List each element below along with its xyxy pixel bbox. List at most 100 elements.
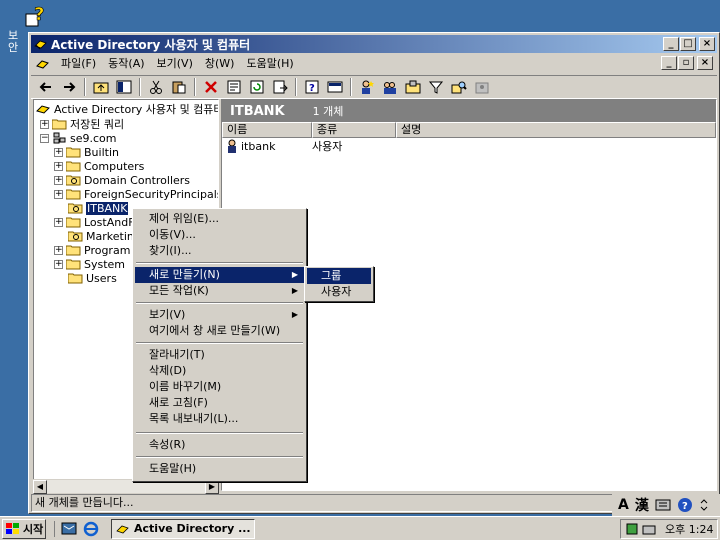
- internet-explorer-icon[interactable]: [83, 521, 99, 537]
- tree-item-builtin[interactable]: + Builtin: [54, 145, 119, 159]
- clock[interactable]: 오후 1:24: [665, 521, 713, 537]
- menu-find[interactable]: 찾기(I)...: [135, 243, 304, 259]
- maximize-button[interactable]: □: [680, 37, 696, 51]
- expand-icon[interactable]: +: [54, 161, 63, 171]
- export-list-icon[interactable]: [269, 77, 291, 97]
- ou-icon: [68, 203, 83, 214]
- properties-icon[interactable]: [223, 77, 245, 97]
- svg-text:?: ?: [682, 501, 688, 512]
- menu-window[interactable]: 창(W): [199, 55, 241, 72]
- tree-item-foreign-security-principals[interactable]: + ForeignSecurityPrincipals: [54, 187, 218, 201]
- tree-item-domain-controllers[interactable]: + Domain Controllers: [54, 173, 190, 187]
- system-tray: 오후 1:24: [620, 519, 718, 539]
- column-type[interactable]: 종류: [312, 122, 396, 138]
- menu-view[interactable]: 보기(V) ▶: [135, 307, 304, 323]
- expand-icon[interactable]: +: [54, 259, 63, 269]
- expand-icon[interactable]: +: [54, 147, 63, 157]
- expand-icon[interactable]: +: [54, 189, 63, 199]
- scroll-right-icon[interactable]: ▶: [205, 480, 219, 494]
- menu-separator: [136, 302, 303, 304]
- menu-rename[interactable]: 이름 바꾸기(M): [135, 379, 304, 395]
- description-bar-icon[interactable]: [324, 77, 346, 97]
- new-ou-icon[interactable]: [402, 77, 424, 97]
- expand-icon[interactable]: +: [54, 245, 63, 255]
- tray-app-icon[interactable]: [625, 522, 639, 536]
- submenu-user[interactable]: 사용자: [307, 284, 371, 300]
- menu-export-list[interactable]: 목록 내보내기(L)...: [135, 411, 304, 427]
- tree-item-marketing[interactable]: Marketing: [68, 229, 141, 243]
- new-user-icon[interactable]: [356, 77, 378, 97]
- ime-mode-a[interactable]: A: [618, 497, 629, 513]
- tree-item-users[interactable]: Users: [68, 271, 117, 285]
- menu-view-label: 보기(V): [149, 308, 186, 321]
- title-bar[interactable]: Active Directory 사용자 및 컴퓨터 _ □ ×: [31, 35, 717, 53]
- menu-move[interactable]: 이동(V)...: [135, 227, 304, 243]
- taskbar-task-active-directory[interactable]: Active Directory ...: [111, 518, 255, 539]
- menu-all-tasks[interactable]: 모든 작업(K) ▶: [135, 283, 304, 299]
- ime-options-icon[interactable]: [699, 497, 709, 513]
- menu-view[interactable]: 보기(V): [151, 55, 199, 72]
- tree-root[interactable]: Active Directory 사용자 및 컴퓨터: [36, 102, 218, 116]
- column-name[interactable]: 이름: [222, 122, 312, 138]
- menu-file[interactable]: 파일(F): [55, 55, 102, 72]
- submenu-arrow-icon: ▶: [291, 286, 298, 295]
- ime-hanja[interactable]: 漢: [635, 495, 649, 515]
- minimize-button[interactable]: _: [663, 37, 679, 51]
- mdi-restore-button[interactable]: ▫: [678, 56, 694, 70]
- menu-cut[interactable]: 잘라내기(T): [135, 347, 304, 363]
- refresh-icon[interactable]: [246, 77, 268, 97]
- menu-properties[interactable]: 속성(R): [135, 437, 304, 453]
- table-row[interactable]: itbank 사용자: [222, 138, 716, 154]
- mdi-minimize-button[interactable]: _: [661, 56, 677, 70]
- delete-icon[interactable]: [200, 77, 222, 97]
- menu-help[interactable]: 도움말(H): [240, 55, 299, 72]
- expand-icon[interactable]: +: [54, 175, 63, 185]
- domain-icon: [53, 132, 66, 144]
- ime-help-icon[interactable]: ?: [677, 497, 693, 513]
- new-group-icon[interactable]: [379, 77, 401, 97]
- cut-icon[interactable]: [145, 77, 167, 97]
- up-folder-icon[interactable]: [90, 77, 112, 97]
- start-button[interactable]: 시작: [2, 518, 46, 539]
- desktop-icon-label: 보안: [8, 29, 19, 54]
- menu-new-window-from-here[interactable]: 여기에서 창 새로 만들기(W): [135, 323, 304, 339]
- menu-new[interactable]: 새로 만들기(N) ▶: [135, 267, 304, 283]
- tree-item-system[interactable]: + System: [54, 257, 125, 271]
- expand-icon[interactable]: +: [40, 119, 49, 129]
- ime-pad-icon[interactable]: [655, 497, 671, 513]
- expand-icon[interactable]: +: [54, 217, 63, 227]
- menu-delegate-control[interactable]: 제어 위임(E)...: [135, 211, 304, 227]
- find-icon[interactable]: [448, 77, 470, 97]
- filter-icon[interactable]: [425, 77, 447, 97]
- tree-label: Computers: [84, 159, 145, 173]
- desktop-icon[interactable]: ?: [24, 4, 48, 30]
- ad-menu-icon[interactable]: [35, 56, 51, 72]
- menu-refresh[interactable]: 새로 고침(F): [135, 395, 304, 411]
- tree-item-saved-queries[interactable]: + 저장된 쿼리: [40, 117, 124, 131]
- tree-item-itbank[interactable]: ITBANK: [68, 201, 129, 215]
- collapse-icon[interactable]: −: [40, 133, 49, 143]
- tree-item-domain[interactable]: − se9.com: [40, 131, 117, 145]
- forward-icon[interactable]: [58, 77, 80, 97]
- paste-icon[interactable]: [168, 77, 190, 97]
- submenu-group[interactable]: 그룹: [307, 268, 371, 284]
- window-title: Active Directory 사용자 및 컴퓨터: [51, 37, 251, 52]
- show-hide-tree-icon[interactable]: [113, 77, 135, 97]
- menu-action[interactable]: 동작(A): [102, 55, 150, 72]
- help-icon[interactable]: ?: [301, 77, 323, 97]
- scroll-left-icon[interactable]: ◀: [33, 480, 47, 494]
- menu-delete[interactable]: 삭제(D): [135, 363, 304, 379]
- toolbar-separator: [84, 78, 86, 96]
- details-header: ITBANK 1 개체: [222, 100, 716, 122]
- tree-item-computers[interactable]: + Computers: [54, 159, 144, 173]
- back-icon[interactable]: [35, 77, 57, 97]
- ime-bar: A 漢 ?: [612, 494, 720, 516]
- mdi-close-button[interactable]: ×: [697, 56, 713, 70]
- menu-help[interactable]: 도움말(H): [135, 461, 304, 477]
- show-desktop-icon[interactable]: [61, 521, 77, 537]
- tray-network-icon[interactable]: [642, 522, 656, 536]
- close-button[interactable]: ×: [699, 37, 715, 51]
- row-name: itbank: [241, 139, 276, 153]
- add-to-group-icon[interactable]: [471, 77, 493, 97]
- column-description[interactable]: 설명: [396, 122, 716, 138]
